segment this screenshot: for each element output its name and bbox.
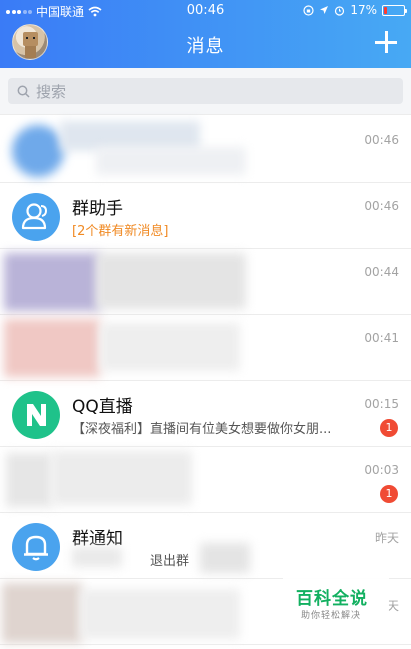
- conversation-row[interactable]: 00:41: [0, 315, 411, 381]
- unread-badge: 1: [380, 419, 398, 437]
- contact-avatar: [2, 583, 82, 643]
- contact-avatar: [4, 253, 100, 311]
- conversation-time: 昨天: [374, 531, 399, 545]
- app-header: 中国联通 00:46 17% 消息: [0, 0, 411, 68]
- lock-rotation-icon: [303, 4, 314, 16]
- conversation-name: QQ直播: [72, 397, 133, 417]
- alarm-icon: [335, 5, 345, 16]
- contact-avatar: [4, 319, 100, 377]
- search-placeholder: 搜索: [36, 82, 67, 101]
- conversation-row[interactable]: 00:44: [0, 249, 411, 315]
- add-button[interactable]: [375, 31, 397, 53]
- location-icon: [320, 6, 329, 14]
- blurred-content: [100, 323, 240, 371]
- status-bar: 中国联通 00:46 17%: [0, 0, 411, 20]
- search-bar: 搜索: [0, 68, 411, 115]
- conversation-row[interactable]: 00:46: [0, 117, 411, 183]
- conversation-name: 群助手: [72, 199, 123, 219]
- qq-live-icon: [12, 391, 60, 439]
- conversation-time: 00:03: [364, 463, 399, 477]
- battery-percent: 17%: [350, 3, 377, 17]
- conversation-name: 群通知: [72, 529, 123, 549]
- conversation-preview: [2个群有新消息]: [72, 224, 169, 239]
- conversation-time: 00:15: [364, 397, 399, 411]
- watermark-title: 百科全说: [296, 589, 368, 609]
- battery-icon: [382, 4, 407, 16]
- unread-badge: 1: [380, 485, 398, 503]
- page-title: 消息: [186, 36, 225, 57]
- group-helper-icon: [12, 193, 60, 241]
- conversation-time: 00:41: [364, 331, 399, 345]
- conversation-time: 00:44: [364, 265, 399, 279]
- blurred-content: [72, 547, 122, 567]
- blurred-content: [200, 543, 250, 573]
- blurred-content: [96, 147, 246, 175]
- bell-icon: [12, 523, 60, 571]
- search-input[interactable]: 搜索: [8, 78, 403, 104]
- blurred-content: [96, 253, 246, 309]
- conversation-preview: 【深夜福利】直播间有位美女想要做你女朋...: [72, 422, 332, 437]
- conversation-row[interactable]: 00:03 1: [0, 447, 411, 513]
- contact-avatar: [6, 453, 52, 507]
- conversation-time: 00:46: [364, 199, 399, 213]
- conversation-row-group-notice[interactable]: 群通知 退出群 昨天: [0, 513, 411, 579]
- blurred-content: [52, 451, 192, 505]
- conversation-row-qq-live[interactable]: QQ直播 【深夜福利】直播间有位美女想要做你女朋... 00:15 1: [0, 381, 411, 447]
- conversation-row-group-helper[interactable]: 群助手 [2个群有新消息] 00:46: [0, 183, 411, 249]
- blurred-content: [80, 589, 240, 639]
- watermark-subtitle: 助你轻松解决: [301, 611, 362, 621]
- search-icon: [17, 85, 30, 98]
- conversation-list: 00:46 群助手 [2个群有新消息] 00:46 00:44 00:41 QQ…: [0, 117, 411, 645]
- conversation-time: 00:46: [364, 133, 399, 147]
- conversation-preview: 退出群: [150, 554, 190, 569]
- contact-avatar: [12, 125, 64, 177]
- watermark: 百科全说 助你轻松解决: [283, 578, 389, 626]
